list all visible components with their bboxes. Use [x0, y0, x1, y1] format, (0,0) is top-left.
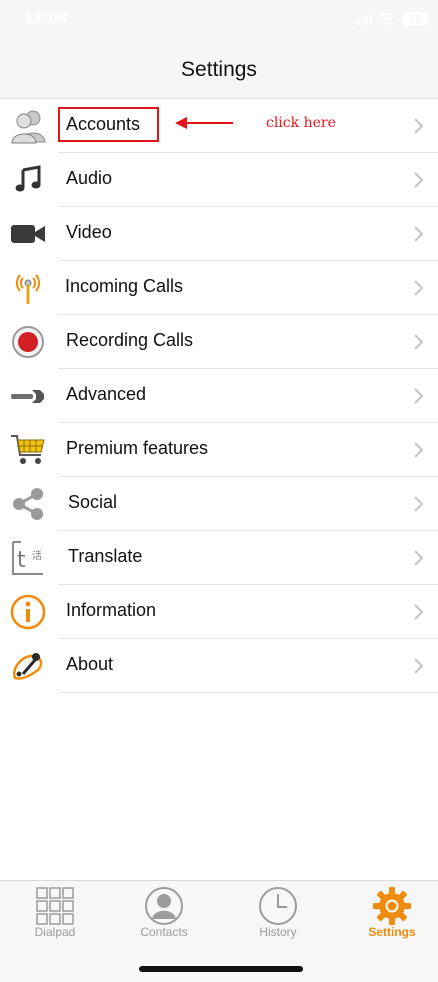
settings-item-label: Incoming Calls	[65, 276, 184, 296]
svg-text:t: t	[17, 548, 26, 573]
settings-item-label: Information	[66, 600, 157, 620]
settings-item-translate[interactable]: t 活 Translate	[0, 531, 438, 585]
wrench-icon	[8, 378, 48, 414]
chevron-right-icon	[414, 334, 424, 350]
settings-item-label: About	[66, 654, 114, 674]
settings-item-audio[interactable]: Audio	[0, 153, 438, 207]
music-note-icon	[8, 162, 48, 198]
about-icon	[8, 648, 48, 684]
settings-item-social[interactable]: Social	[0, 477, 438, 531]
shopping-cart-icon	[8, 432, 48, 468]
page-title: Settings	[181, 58, 257, 81]
chevron-right-icon	[414, 280, 424, 296]
annotation-arrow-icon	[175, 117, 233, 129]
chevron-right-icon	[414, 442, 424, 458]
settings-item-premium-features[interactable]: Premium features	[0, 423, 438, 477]
contacts-icon	[145, 887, 183, 925]
chevron-right-icon	[414, 604, 424, 620]
translate-icon: t 活	[8, 540, 48, 576]
settings-item-label: Translate	[68, 546, 143, 566]
share-icon	[8, 486, 48, 522]
accounts-icon	[8, 108, 48, 144]
status-bar: 12:09 75	[0, 0, 438, 40]
annotation-highlight-box	[58, 107, 159, 142]
chevron-right-icon	[414, 388, 424, 404]
info-icon	[8, 594, 48, 630]
navigation-bar: Settings	[0, 40, 438, 99]
status-indicators: 75	[356, 10, 428, 28]
chevron-right-icon	[414, 550, 424, 566]
tab-label: Dialpad	[34, 925, 76, 939]
svg-text:活: 活	[32, 550, 42, 562]
settings-item-incoming-calls[interactable]: Incoming Calls	[0, 261, 438, 315]
battery-level: 75	[402, 12, 428, 26]
annotation-text: click here	[266, 115, 336, 131]
chevron-right-icon	[414, 658, 424, 674]
cellular-signal-icon	[356, 13, 372, 25]
status-time: 12:09	[24, 8, 68, 27]
chevron-right-icon	[414, 172, 424, 188]
antenna-icon	[8, 270, 48, 306]
settings-item-label: Audio	[66, 168, 113, 188]
video-camera-icon	[8, 216, 48, 252]
settings-item-advanced[interactable]: Advanced	[0, 369, 438, 423]
settings-item-label: Premium features	[66, 438, 209, 458]
settings-item-label: Social	[68, 492, 118, 512]
settings-list: Accounts Audio Video Incoming Calls Reco…	[0, 99, 438, 693]
wifi-icon	[378, 13, 396, 26]
chevron-right-icon	[414, 226, 424, 242]
settings-item-label: Advanced	[66, 384, 147, 404]
home-indicator	[139, 966, 303, 972]
dialpad-icon	[36, 887, 74, 925]
tab-contacts[interactable]: Contacts	[109, 881, 219, 951]
chevron-right-icon	[414, 496, 424, 512]
settings-item-recording-calls[interactable]: Recording Calls	[0, 315, 438, 369]
settings-item-label: Recording Calls	[66, 330, 194, 350]
record-icon	[8, 324, 48, 360]
tab-label: Contacts	[140, 925, 188, 939]
tab-label: History	[259, 925, 297, 939]
settings-item-video[interactable]: Video	[0, 207, 438, 261]
clock-icon	[259, 887, 297, 925]
chevron-right-icon	[414, 118, 424, 134]
settings-item-label: Video	[66, 222, 112, 242]
tab-label: Settings	[368, 925, 416, 939]
tab-history[interactable]: History	[223, 881, 333, 951]
tab-dialpad[interactable]: Dialpad	[0, 881, 110, 951]
tab-settings[interactable]: Settings	[337, 881, 438, 951]
settings-item-information[interactable]: Information	[0, 585, 438, 639]
gear-icon	[373, 887, 411, 925]
settings-item-about[interactable]: About	[0, 639, 438, 693]
